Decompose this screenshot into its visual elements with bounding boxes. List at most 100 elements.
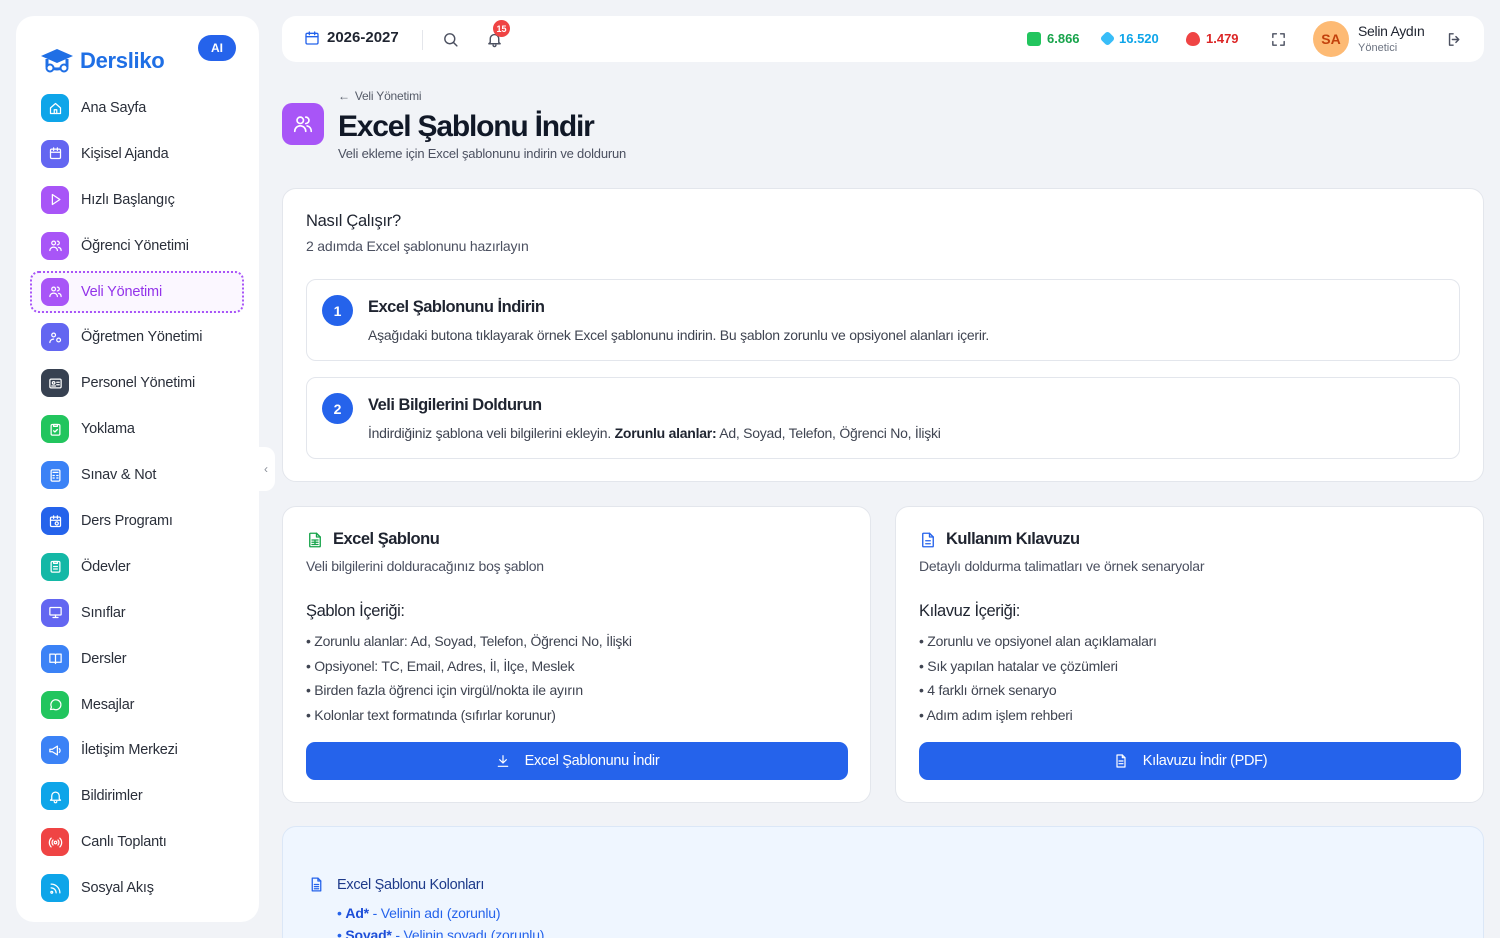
spreadsheet-icon <box>308 876 325 898</box>
search-icon <box>443 32 458 47</box>
sidebar-item-hızlı-başlangıç[interactable]: Hızlı Başlangıç <box>30 179 244 221</box>
teacher-icon <box>41 323 69 352</box>
stat-flame[interactable]: 1.479 <box>1186 31 1239 46</box>
sidebar-item-label: Ana Sayfa <box>81 100 147 116</box>
button-label: Excel Şablonunu İndir <box>524 753 660 769</box>
step-2: 2 Veli Bilgilerini Doldurun İndirdiğiniz… <box>306 377 1460 459</box>
calendar-icon <box>305 30 319 45</box>
calendar-icon <box>41 139 69 168</box>
sidebar-item-label: Bildirimler <box>81 788 143 805</box>
sidebar-item-kişisel-ajanda[interactable]: Kişisel Ajanda <box>30 133 244 175</box>
breadcrumb-label: Veli Yönetimi <box>354 89 422 103</box>
sidebar-item-dersler[interactable]: Dersler <box>30 638 244 680</box>
users-icon <box>41 277 69 306</box>
sidebar-item-bildirimler[interactable]: Bildirimler <box>30 775 244 817</box>
sidebar-nav: Ana Sayfa Kişisel Ajanda Hızlı Başlangıç Öğ… <box>30 87 244 913</box>
section-title: Kılavuz İçeriği: <box>919 602 1020 620</box>
fullscreen-icon <box>1271 32 1285 46</box>
sidebar-item-label: Yoklama <box>81 421 135 438</box>
download-guide-pdf-button[interactable]: Kılavuzu İndir (PDF) <box>919 742 1461 780</box>
sidebar-item-label: Sınıflar <box>81 604 126 621</box>
topbar: 2026-2027 15 6.866 16.520 1.479 SA Selin… <box>282 16 1484 62</box>
sidebar-item-canlı-toplantı[interactable]: Canlı Toplantı <box>30 821 244 863</box>
presentation-icon <box>41 598 69 627</box>
step-number: 1 <box>322 295 353 326</box>
stat-diamond[interactable]: 16.520 <box>1099 30 1159 47</box>
fullscreen-button[interactable] <box>1268 29 1288 49</box>
template-contents-list: Zorunlu alanlar: Ad, Soyad, Telefon, Öğr… <box>306 633 632 732</box>
column-desc: - Velinin soyadı (zorunlu) <box>391 927 545 938</box>
card-subtitle: Detaylı doldurma talimatları ve örnek se… <box>919 558 1205 574</box>
divider <box>422 30 423 50</box>
search-button[interactable] <box>440 29 460 49</box>
sidebar-item-ödevler[interactable]: Ödevler <box>30 546 244 588</box>
user-name: Selin Aydın <box>1358 23 1425 39</box>
sidebar-item-sınıflar[interactable]: Sınıflar <box>30 592 244 634</box>
diamond-icon <box>1099 30 1116 47</box>
how-it-works-card: Nasıl Çalışır? 2 adımda Excel şablonunu … <box>282 188 1484 482</box>
sidebar-item-sınav-not[interactable]: Sınav & Not <box>30 454 244 496</box>
breadcrumb-back-link[interactable]: ← Veli Yönetimi <box>338 89 422 103</box>
sidebar-item-label: Ödevler <box>81 558 131 575</box>
step-description: Aşağıdaki butona tıklayarak örnek Excel … <box>368 327 989 343</box>
stat-money[interactable]: 6.866 <box>1027 31 1080 46</box>
sidebar-item-mesajlar[interactable]: Mesajlar <box>30 684 244 726</box>
list-item: Zorunlu ve opsiyonel alan açıklamaları <box>919 633 1157 658</box>
guide-contents-list: Zorunlu ve opsiyonel alan açıklamaları S… <box>919 633 1157 732</box>
sidebar-item-veli-yönetimi[interactable]: Veli Yönetimi <box>30 270 244 313</box>
card-subtitle: 2 adımda Excel şablonunu hazırlayın <box>306 238 529 254</box>
document-icon <box>919 531 937 549</box>
sidebar-item-label: Hızlı Başlangıç <box>81 191 175 208</box>
sidebar-item-öğretmen-yönetimi[interactable]: Öğretmen Yönetimi <box>30 316 244 358</box>
sidebar-item-label: Sınav & Not <box>81 467 157 484</box>
sidebar-item-ana-sayfa[interactable]: Ana Sayfa <box>30 87 244 129</box>
sidebar-item-label: Canlı Toplantı <box>81 834 167 851</box>
graduation-cap-logo-icon <box>38 46 76 76</box>
spreadsheet-icon <box>306 531 324 549</box>
logout-button[interactable] <box>1444 29 1464 49</box>
stat-value: 1.479 <box>1206 31 1239 46</box>
sidebar-item-label: Kişisel Ajanda <box>81 145 169 162</box>
page-title: Excel Şablonu İndir <box>338 110 595 143</box>
notification-count-badge: 15 <box>493 20 510 37</box>
step-title: Excel Şablonunu İndirin <box>368 298 545 316</box>
sidebar-item-öğrenci-yönetimi[interactable]: Öğrenci Yönetimi <box>30 225 244 267</box>
card-title: Excel Şablonu Kolonları <box>337 877 485 893</box>
sidebar-item-sosyal-akış[interactable]: Sosyal Akış <box>30 867 244 909</box>
step-1: 1 Excel Şablonunu İndirin Aşağıdaki buto… <box>306 279 1460 361</box>
sidebar-item-label: Mesajlar <box>81 696 135 713</box>
avatar[interactable]: SA <box>1313 21 1349 57</box>
sidebar-item-label: İletişim Merkezi <box>81 742 178 759</box>
step-desc-prefix: İndirdiğiniz şablona veli bilgilerini ek… <box>368 425 611 441</box>
section-title: Şablon İçeriği: <box>306 602 405 620</box>
download-excel-template-button[interactable]: Excel Şablonunu İndir <box>306 742 848 780</box>
play-icon <box>41 185 69 214</box>
page-subtitle: Veli ekleme için Excel şablonunu indirin… <box>338 146 627 161</box>
sidebar-item-yoklama[interactable]: Yoklama <box>30 408 244 450</box>
sidebar-item-ders-programı[interactable]: Ders Programı <box>30 500 244 542</box>
sidebar-item-i-letişim-merkezi[interactable]: İletişim Merkezi <box>30 729 244 771</box>
clipboard-check-icon <box>41 415 69 444</box>
app-logo[interactable]: Dersliko <box>38 46 165 76</box>
column-name: Ad* <box>345 905 369 921</box>
arrow-left-icon: ← <box>338 89 350 103</box>
list-item: Opsiyonel: TC, Email, Adres, İl, İlçe, M… <box>306 658 632 683</box>
download-icon <box>497 755 508 767</box>
rss-icon <box>41 874 69 903</box>
list-item: Sık yapılan hatalar ve çözümleri <box>919 658 1157 683</box>
bell-icon <box>41 782 69 811</box>
users-icon <box>41 231 69 260</box>
step-desc-suffix: Ad, Soyad, Telefon, Öğrenci No, İlişki <box>719 425 941 441</box>
academic-year: 2026-2027 <box>327 29 399 46</box>
ai-button[interactable]: AI <box>198 35 236 61</box>
page-users-icon <box>282 103 324 145</box>
message-icon <box>41 690 69 719</box>
user-guide-card: Kullanım Kılavuzu Detaylı doldurma talim… <box>895 506 1484 803</box>
collapse-sidebar-button[interactable]: ‹ <box>257 447 275 491</box>
money-icon <box>1027 31 1041 46</box>
sidebar-item-personel-yönetimi[interactable]: Personel Yönetimi <box>30 362 244 404</box>
academic-year-selector[interactable]: 2026-2027 <box>304 29 399 46</box>
card-title: Kullanım Kılavuzu <box>946 530 1080 548</box>
excel-template-card: Excel Şablonu Veli bilgilerini dolduraca… <box>282 506 871 803</box>
card-title: Excel Şablonu <box>333 530 440 548</box>
